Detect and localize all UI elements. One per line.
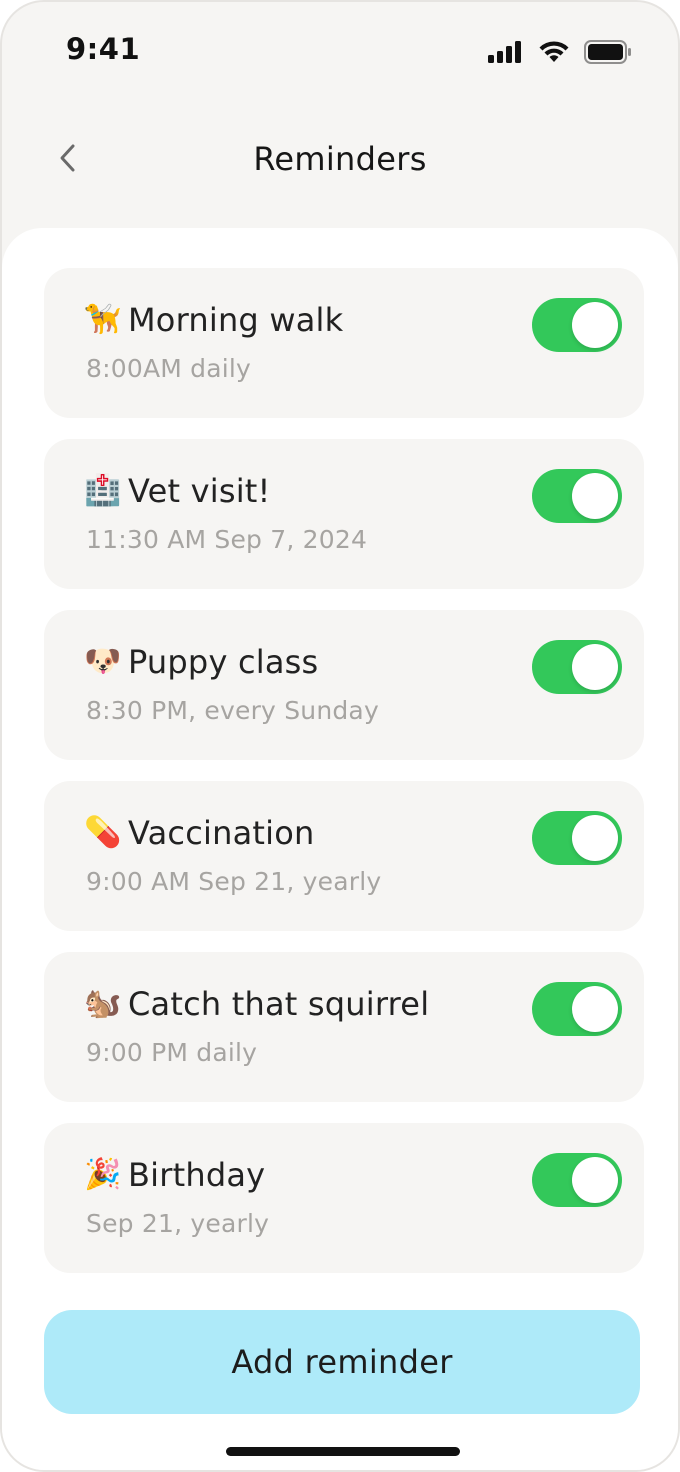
reminder-toggle[interactable] [532, 298, 622, 352]
toggle-knob [572, 986, 618, 1032]
signal-icon [488, 41, 524, 63]
reminder-schedule: Sep 21, yearly [86, 1209, 270, 1238]
reminder-title: Birthday [128, 1156, 266, 1194]
reminder-schedule: 11:30 AM Sep 7, 2024 [86, 525, 368, 554]
page-title: Reminders [253, 140, 427, 178]
home-indicator[interactable] [226, 1447, 460, 1456]
toggle-knob [572, 815, 618, 861]
reminder-title: Morning walk [128, 301, 344, 339]
dog-icon: 🦮 [84, 302, 122, 337]
phone-screen: 9:41 Reminders 🦮 Morning walk 8:00AM dai… [0, 0, 680, 1472]
reminder-card[interactable]: 🦮 Morning walk 8:00AM daily [44, 268, 644, 418]
reminder-schedule: 9:00 AM Sep 21, yearly [86, 867, 382, 896]
reminder-title-row: 🐶 Puppy class [84, 642, 318, 682]
toggle-knob [572, 473, 618, 519]
toggle-knob [572, 1157, 618, 1203]
reminder-toggle[interactable] [532, 811, 622, 865]
reminder-list: 🦮 Morning walk 8:00AM daily 🏥 Vet visit!… [44, 268, 644, 1294]
status-icons [488, 40, 632, 64]
status-bar: 9:41 [2, 2, 678, 102]
header: Reminders [2, 120, 678, 200]
toggle-knob [572, 302, 618, 348]
reminder-title-row: 🎉 Birthday [84, 1155, 265, 1195]
reminder-card[interactable]: 🏥 Vet visit! 11:30 AM Sep 7, 2024 [44, 439, 644, 589]
reminder-title: Catch that squirrel [128, 985, 430, 1023]
content-sheet: 🦮 Morning walk 8:00AM daily 🏥 Vet visit!… [2, 228, 678, 1470]
puppy-icon: 🐶 [84, 644, 122, 679]
reminder-schedule: 8:30 PM, every Sunday [86, 696, 379, 725]
reminder-card[interactable]: 🐿️ Catch that squirrel 9:00 PM daily [44, 952, 644, 1102]
reminder-title: Vaccination [128, 814, 315, 852]
reminder-card[interactable]: 🐶 Puppy class 8:30 PM, every Sunday [44, 610, 644, 760]
toggle-knob [572, 644, 618, 690]
reminder-title-row: 🦮 Morning walk [84, 300, 343, 340]
reminder-toggle[interactable] [532, 469, 622, 523]
battery-icon [584, 40, 632, 64]
reminder-title-row: 🐿️ Catch that squirrel [84, 984, 429, 1024]
squirrel-icon: 🐿️ [84, 986, 122, 1021]
reminder-title-row: 💊 Vaccination [84, 813, 314, 853]
party-icon: 🎉 [84, 1157, 122, 1192]
reminder-title: Vet visit! [128, 472, 271, 510]
reminder-card[interactable]: 💊 Vaccination 9:00 AM Sep 21, yearly [44, 781, 644, 931]
status-time: 9:41 [66, 32, 141, 66]
reminder-toggle[interactable] [532, 982, 622, 1036]
reminder-schedule: 8:00AM daily [86, 354, 252, 383]
pill-icon: 💊 [84, 815, 122, 850]
reminder-toggle[interactable] [532, 1153, 622, 1207]
reminder-title: Puppy class [128, 643, 319, 681]
add-reminder-button[interactable]: Add reminder [44, 1310, 640, 1414]
hospital-icon: 🏥 [84, 473, 122, 508]
reminder-card[interactable]: 🎉 Birthday Sep 21, yearly [44, 1123, 644, 1273]
wifi-icon [538, 40, 570, 64]
reminder-title-row: 🏥 Vet visit! [84, 471, 271, 511]
reminder-toggle[interactable] [532, 640, 622, 694]
reminder-schedule: 9:00 PM daily [86, 1038, 258, 1067]
